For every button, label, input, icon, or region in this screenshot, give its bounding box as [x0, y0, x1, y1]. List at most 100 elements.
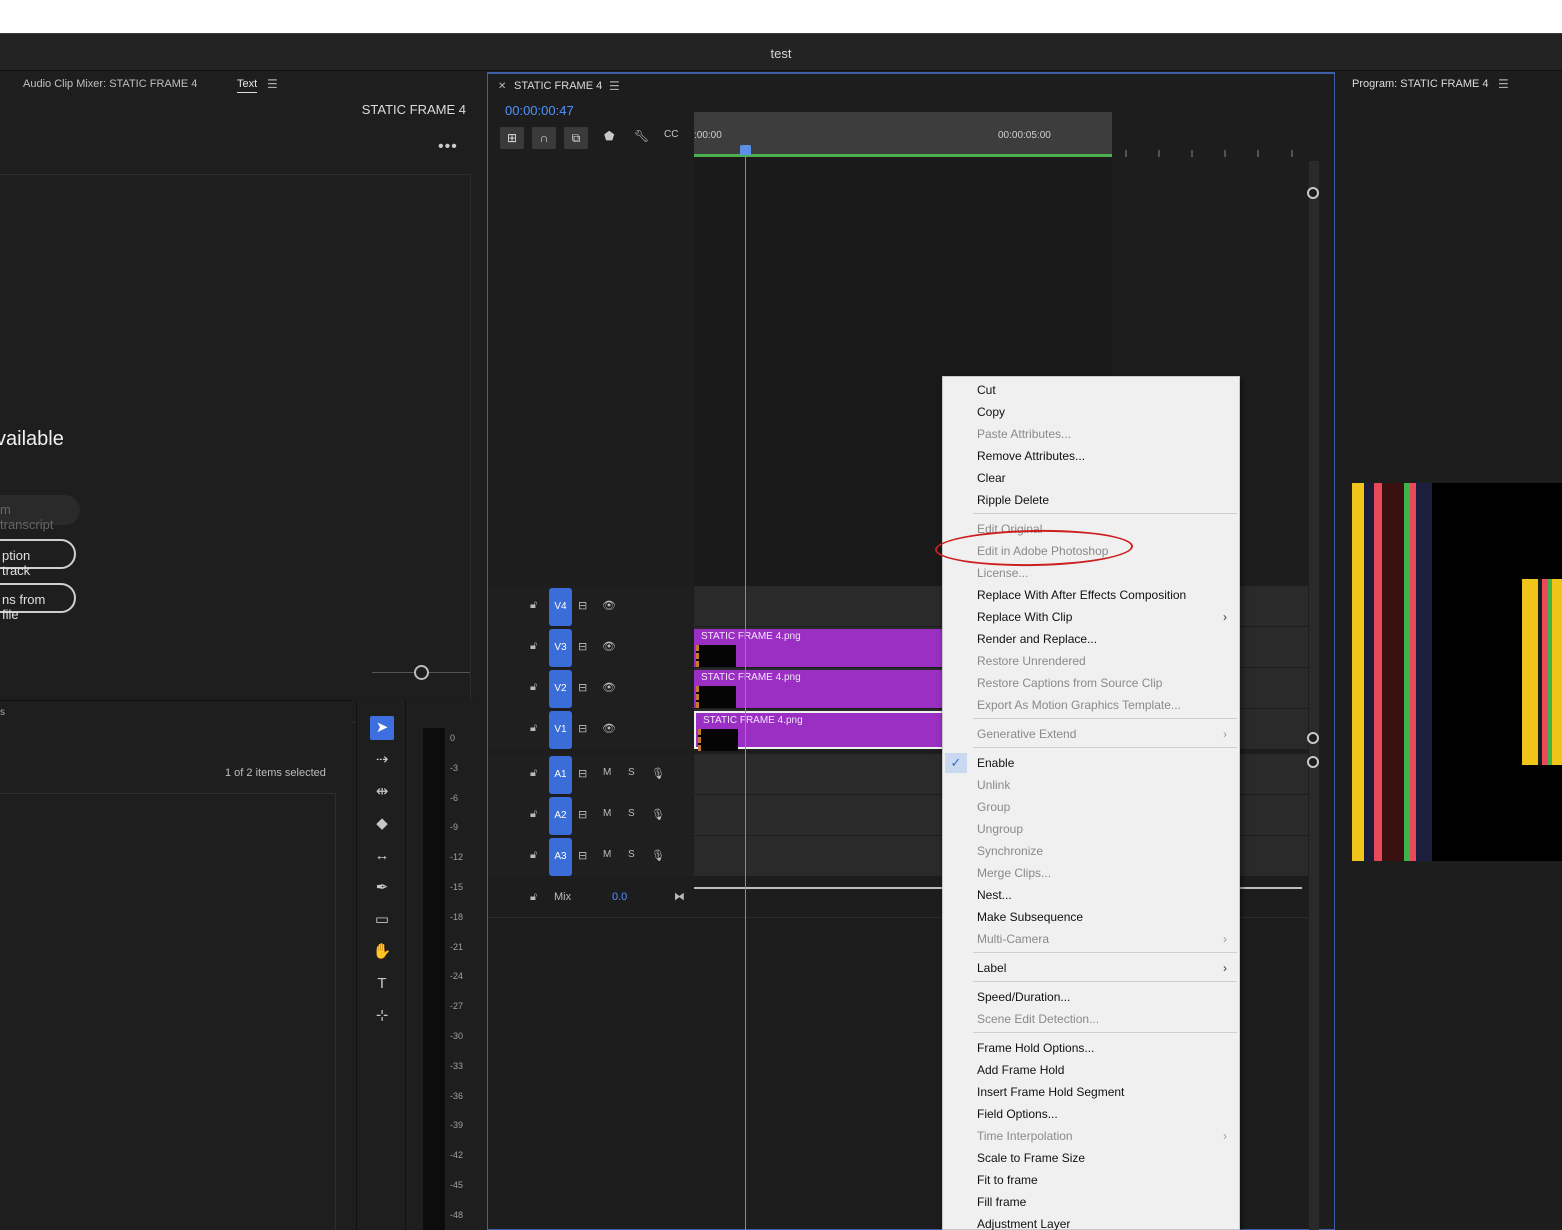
- menu-item-group[interactable]: Group: [977, 800, 1010, 814]
- lock-icon[interactable]: 🔓︎: [530, 808, 537, 821]
- menu-item-replace-with-clip[interactable]: Replace With Clip: [977, 610, 1072, 624]
- menu-item-unlink[interactable]: Unlink: [977, 778, 1010, 792]
- razor-tool-icon[interactable]: ◆: [370, 812, 394, 836]
- lock-icon[interactable]: 🔓︎: [530, 849, 537, 862]
- track-target-toggle[interactable]: A3: [549, 838, 572, 876]
- captions-icon[interactable]: CC: [664, 129, 678, 140]
- tab-text[interactable]: Text: [237, 78, 258, 93]
- lock-icon[interactable]: 🔓︎: [530, 722, 537, 735]
- import-captions-button[interactable]: ns from file: [0, 583, 76, 622]
- menu-item-merge-clips[interactable]: Merge Clips...: [977, 866, 1051, 880]
- menu-item-fill-frame[interactable]: Fill frame: [977, 1195, 1026, 1209]
- sync-lock-icon[interactable]: ⊟: [578, 767, 587, 780]
- sync-lock-icon[interactable]: ⊟: [578, 599, 587, 612]
- pen-tool-icon[interactable]: ✒: [370, 876, 394, 900]
- microphone-icon[interactable]: 🎙︎: [651, 767, 665, 780]
- ripple-edit-tool-icon[interactable]: ⇹: [370, 780, 394, 804]
- mix-volume-value[interactable]: 0.0: [612, 891, 627, 903]
- video-clip[interactable]: STATIC FRAME 4.png: [694, 711, 944, 751]
- track-target-toggle[interactable]: V1: [549, 711, 572, 749]
- menu-item-scene-edit-detection[interactable]: Scene Edit Detection...: [977, 1012, 1099, 1026]
- eye-icon[interactable]: 👁︎: [602, 640, 616, 653]
- solo-button[interactable]: S: [628, 767, 635, 778]
- eye-icon[interactable]: 👁︎: [602, 681, 616, 694]
- track-select-tool-icon[interactable]: ⇢: [370, 748, 394, 772]
- solo-button[interactable]: S: [628, 808, 635, 819]
- menu-item-multi-camera[interactable]: Multi-Camera: [977, 932, 1049, 946]
- scroll-zoom-handle-top[interactable]: [1307, 187, 1319, 199]
- menu-item-replace-with-after-effects-composition[interactable]: Replace With After Effects Composition: [977, 588, 1186, 602]
- project-bin[interactable]: [0, 793, 336, 1230]
- menu-item-synchronize[interactable]: Synchronize: [977, 844, 1043, 858]
- menu-item-license[interactable]: License...: [977, 566, 1028, 580]
- menu-item-restore-unrendered[interactable]: Restore Unrendered: [977, 654, 1086, 668]
- program-menu-icon[interactable]: ☰: [1498, 77, 1509, 91]
- menu-item-fit-to-frame[interactable]: Fit to frame: [977, 1173, 1038, 1187]
- linked-selection-icon[interactable]: ⧉: [564, 127, 588, 149]
- mute-button[interactable]: M: [603, 808, 611, 819]
- playhead-timecode[interactable]: 00:00:00:47: [505, 103, 574, 118]
- selection-tool-icon[interactable]: ➤: [370, 716, 394, 740]
- menu-item-clear[interactable]: Clear: [977, 471, 1006, 485]
- panel-menu-icon[interactable]: ☰: [267, 77, 278, 91]
- lock-icon[interactable]: 🔓︎: [530, 681, 537, 694]
- menu-item-remove-attributes[interactable]: Remove Attributes...: [977, 449, 1085, 463]
- track-target-toggle[interactable]: A2: [549, 797, 572, 835]
- playhead-handle[interactable]: [740, 145, 751, 155]
- tab-audio-clip-mixer[interactable]: Audio Clip Mixer: STATIC FRAME 4: [23, 78, 197, 90]
- program-monitor-title[interactable]: Program: STATIC FRAME 4: [1352, 78, 1489, 90]
- menu-item-insert-frame-hold-segment[interactable]: Insert Frame Hold Segment: [977, 1085, 1124, 1099]
- eye-icon[interactable]: 👁︎: [602, 722, 616, 735]
- sync-lock-icon[interactable]: ⊟: [578, 808, 587, 821]
- caption-tool-icon[interactable]: ⊹: [370, 1004, 394, 1028]
- lock-icon[interactable]: 🔓︎: [530, 640, 537, 653]
- track-target-toggle[interactable]: V3: [549, 629, 572, 667]
- program-video-frame[interactable]: [1352, 483, 1562, 861]
- mix-jump-icon[interactable]: ⧓: [674, 890, 685, 903]
- lock-icon[interactable]: 🔓︎: [530, 891, 537, 904]
- microphone-icon[interactable]: 🎙︎: [651, 849, 665, 862]
- menu-item-frame-hold-options[interactable]: Frame Hold Options...: [977, 1041, 1094, 1055]
- menu-item-nest[interactable]: Nest...: [977, 888, 1012, 902]
- menu-item-speed-duration[interactable]: Speed/Duration...: [977, 990, 1070, 1004]
- menu-item-render-and-replace[interactable]: Render and Replace...: [977, 632, 1097, 646]
- snap-magnet-icon[interactable]: ∩: [532, 127, 556, 149]
- video-clip[interactable]: STATIC FRAME 4.png: [694, 670, 944, 708]
- microphone-icon[interactable]: 🎙︎: [651, 808, 665, 821]
- vertical-scrollbar[interactable]: [1309, 161, 1319, 1230]
- zoom-slider-handle[interactable]: [414, 665, 429, 680]
- rectangle-tool-icon[interactable]: ▭: [370, 908, 394, 932]
- menu-item-label[interactable]: Label: [977, 961, 1006, 975]
- timeline-menu-icon[interactable]: ☰: [609, 79, 620, 93]
- project-tab-partial[interactable]: s: [0, 707, 5, 718]
- menu-item-enable[interactable]: Enable: [977, 756, 1014, 770]
- menu-item-add-frame-hold[interactable]: Add Frame Hold: [977, 1063, 1064, 1077]
- scroll-zoom-handle-middle[interactable]: [1307, 732, 1319, 744]
- solo-button[interactable]: S: [628, 849, 635, 860]
- more-options-icon[interactable]: •••: [438, 138, 458, 156]
- timeline-tab-title[interactable]: STATIC FRAME 4: [514, 80, 602, 92]
- menu-item-cut[interactable]: Cut: [977, 383, 996, 397]
- menu-item-scale-to-frame-size[interactable]: Scale to Frame Size: [977, 1151, 1085, 1165]
- menu-item-paste-attributes[interactable]: Paste Attributes...: [977, 427, 1071, 441]
- create-caption-track-button[interactable]: ption track: [0, 539, 76, 578]
- lock-icon[interactable]: 🔓︎: [530, 599, 537, 612]
- track-target-toggle[interactable]: V4: [549, 588, 572, 626]
- eye-icon[interactable]: 👁︎: [602, 599, 616, 612]
- sync-lock-icon[interactable]: ⊟: [578, 722, 587, 735]
- mute-button[interactable]: M: [603, 849, 611, 860]
- track-target-toggle[interactable]: V2: [549, 670, 572, 708]
- track-target-toggle[interactable]: A1: [549, 756, 572, 794]
- type-tool-icon[interactable]: T: [370, 972, 394, 996]
- menu-item-copy[interactable]: Copy: [977, 405, 1005, 419]
- menu-item-generative-extend[interactable]: Generative Extend: [977, 727, 1076, 741]
- close-icon[interactable]: ✕: [498, 81, 506, 92]
- video-clip[interactable]: STATIC FRAME 4.png: [694, 629, 944, 667]
- menu-item-export-as-motion-graphics-template[interactable]: Export As Motion Graphics Template...: [977, 698, 1181, 712]
- sync-lock-icon[interactable]: ⊟: [578, 640, 587, 653]
- scroll-zoom-handle-audio[interactable]: [1307, 756, 1319, 768]
- wrench-icon[interactable]: 🔧︎: [634, 129, 649, 143]
- sync-lock-icon[interactable]: ⊟: [578, 681, 587, 694]
- menu-item-field-options[interactable]: Field Options...: [977, 1107, 1058, 1121]
- playhead-line[interactable]: [745, 157, 746, 1230]
